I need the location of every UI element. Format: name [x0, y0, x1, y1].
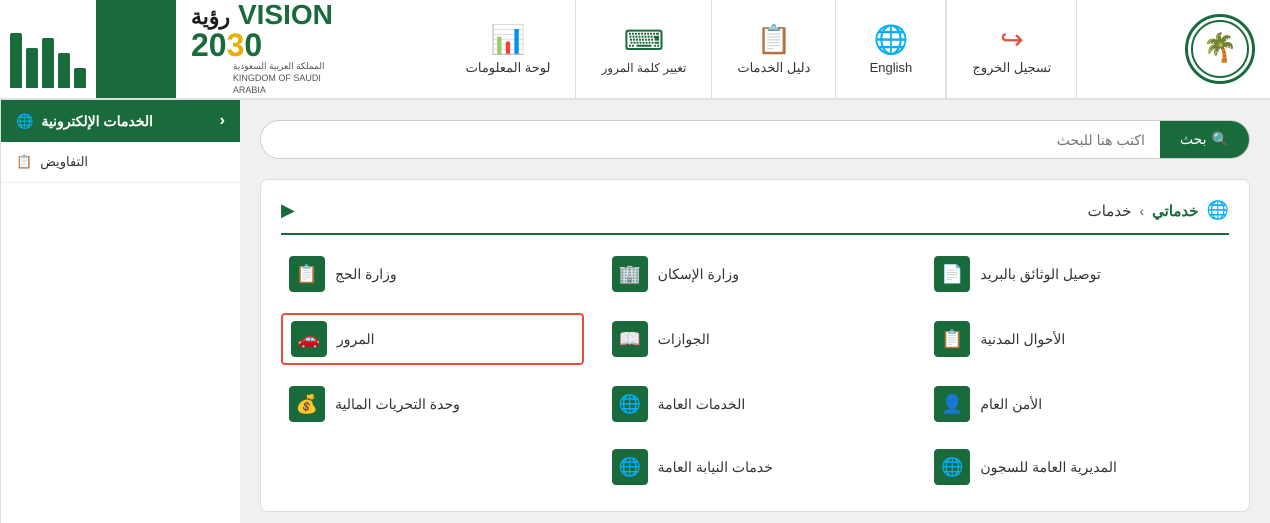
bar-4: [26, 48, 38, 88]
nav-dashboard-label: لوحة المعلومات: [466, 60, 551, 76]
sidebar-header: ‹ الخدمات الإلكترونية 🌐: [1, 100, 240, 142]
postal-icon: 📄: [934, 256, 970, 292]
sidebar: ‹ الخدمات الإلكترونية 🌐 التفاويض 📋: [0, 100, 240, 523]
sidebar-title: الخدمات الإلكترونية: [41, 113, 153, 130]
services-grid: توصيل الوثائق بالبريد 📄 وزارة الإسكان 🏢 …: [281, 250, 1229, 491]
bar-2: [58, 53, 70, 88]
sidebar-title-container: الخدمات الإلكترونية 🌐: [16, 113, 153, 130]
nav-guide-label: دليل الخدمات: [737, 60, 810, 76]
globe-icon: 🌐: [874, 23, 909, 56]
prisons-icon: 🌐: [934, 449, 970, 485]
nav-english-label: English: [870, 60, 913, 75]
vision-text: VISION رؤية 2030 المملكة العربية السعودي…: [191, 1, 333, 96]
service-general[interactable]: الخدمات العامة 🌐: [604, 380, 907, 428]
nav-logout-label: تسجيل الخروج: [972, 60, 1051, 76]
service-traffic[interactable]: المرور 🚗: [281, 313, 584, 365]
service-civil[interactable]: الأحوال المدنية 📋: [926, 313, 1229, 365]
service-passports-label: الجوازات: [658, 331, 710, 348]
nav-password-label: تغيير كلمة المرور: [601, 61, 686, 75]
search-container: 🔍 بحث: [260, 120, 1250, 159]
service-prisons[interactable]: المديرية العامة للسجون 🌐: [926, 443, 1229, 491]
saudi-emblem: 🌴: [1190, 19, 1250, 79]
passports-icon: 📖: [612, 321, 648, 357]
main-content: 🔍 بحث 🌐 خدماتي › خدمات ▶ توصيل الوثائق ب…: [240, 100, 1270, 523]
service-financial[interactable]: وحدة التحريات المالية 💰: [281, 380, 584, 428]
sidebar-item-negotiations[interactable]: التفاويض 📋: [1, 142, 240, 183]
breadcrumb-icon: 🌐: [1207, 200, 1229, 221]
search-button-label: بحث: [1180, 131, 1207, 148]
service-postal[interactable]: توصيل الوثائق بالبريد 📄: [926, 250, 1229, 298]
green-bar: [96, 0, 176, 98]
vision-year: 2030: [191, 29, 333, 61]
service-hajj[interactable]: وزارة الحج 📋: [281, 250, 584, 298]
financial-icon: 💰: [289, 386, 325, 422]
breadcrumb-home: خدماتي: [1152, 202, 1198, 220]
housing-icon: 🏢: [612, 256, 648, 292]
breadcrumb-current: خدمات: [1088, 202, 1132, 220]
breadcrumb: 🌐 خدماتي › خدمات ▶: [281, 200, 1229, 235]
service-civil-label: الأحوال المدنية: [980, 331, 1065, 348]
bar-3: [42, 38, 54, 88]
hajj-icon: 📋: [289, 256, 325, 292]
service-housing-label: وزارة الإسكان: [658, 266, 739, 283]
breadcrumb-expand-icon[interactable]: ▶: [281, 200, 295, 221]
service-hajj-label: وزارة الحج: [335, 266, 397, 283]
logo-container: 🌴: [1170, 0, 1270, 98]
nav-logout[interactable]: ↪ تسجيل الخروج: [946, 0, 1077, 98]
nav-services-guide[interactable]: 📋 دليل الخدمات: [712, 0, 836, 98]
sidebar-globe-icon: 🌐: [16, 113, 33, 130]
service-public-security[interactable]: الأمن العام 👤: [926, 380, 1229, 428]
services-card: 🌐 خدماتي › خدمات ▶ توصيل الوثائق بالبريد…: [260, 179, 1250, 512]
header: 🌴 ↪ تسجيل الخروج 🌐 English 📋 دليل الخدما…: [0, 0, 1270, 100]
search-input[interactable]: [261, 122, 1160, 158]
header-nav: ↪ تسجيل الخروج 🌐 English 📋 دليل الخدمات …: [348, 0, 1170, 98]
vision-title: VISION رؤية: [191, 1, 333, 29]
nav-english[interactable]: 🌐 English: [836, 0, 946, 98]
header-branding: VISION رؤية 2030 المملكة العربية السعودي…: [176, 0, 348, 98]
bar-1: [74, 68, 86, 88]
dashboard-icon: 📊: [491, 23, 526, 56]
search-button[interactable]: 🔍 بحث: [1160, 121, 1249, 158]
civil-icon: 📋: [934, 321, 970, 357]
service-housing[interactable]: وزارة الإسكان 🏢: [604, 250, 907, 298]
service-postal-label: توصيل الوثائق بالبريد: [980, 266, 1100, 283]
breadcrumb-separator: ›: [1139, 203, 1144, 219]
negotiations-icon: 📋: [16, 154, 32, 170]
service-financial-label: وحدة التحريات المالية: [335, 396, 460, 413]
traffic-icon: 🚗: [291, 321, 327, 357]
service-prisons-label: المديرية العامة للسجون: [980, 459, 1117, 476]
vision-subtitle: المملكة العربية السعوديةKINGDOM OF SAUDI…: [233, 61, 333, 96]
sidebar-collapse-icon[interactable]: ‹: [220, 112, 225, 130]
sidebar-negotiations-label: التفاويض: [40, 154, 88, 170]
svg-text:🌴: 🌴: [1203, 31, 1238, 64]
nav-change-password[interactable]: ⌨ تغيير كلمة المرور: [576, 0, 712, 98]
nav-dashboard[interactable]: 📊 لوحة المعلومات: [441, 0, 577, 98]
guide-icon: 📋: [756, 23, 791, 56]
service-security-label: الأمن العام: [980, 396, 1042, 413]
service-general-label: الخدمات العامة: [658, 396, 746, 413]
bar-5: [10, 33, 22, 88]
bars-logo: [0, 0, 96, 98]
password-icon: ⌨: [624, 24, 664, 57]
main-container: 🔍 بحث 🌐 خدماتي › خدمات ▶ توصيل الوثائق ب…: [0, 100, 1270, 523]
prosecution-icon: 🌐: [612, 449, 648, 485]
vision-word: VISION: [230, 0, 333, 30]
search-icon: 🔍: [1212, 131, 1229, 148]
service-passports[interactable]: الجوازات 📖: [604, 313, 907, 365]
logout-icon: ↪: [1000, 23, 1023, 56]
service-prosecution-label: خدمات النيابة العامة: [658, 459, 773, 476]
security-icon: 👤: [934, 386, 970, 422]
general-icon: 🌐: [612, 386, 648, 422]
service-prosecution[interactable]: خدمات النيابة العامة 🌐: [604, 443, 907, 491]
service-traffic-label: المرور: [337, 331, 375, 348]
logo-circle: 🌴: [1185, 14, 1255, 84]
